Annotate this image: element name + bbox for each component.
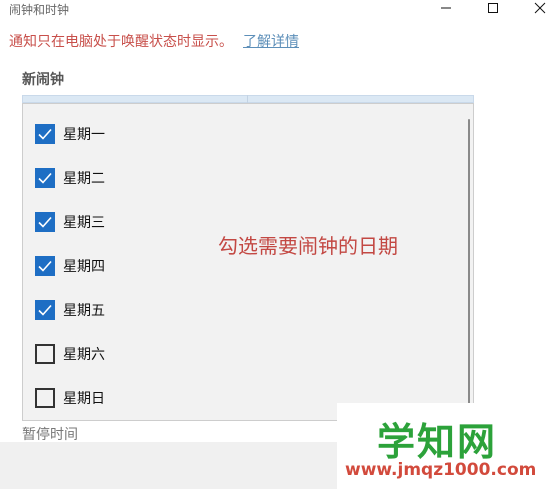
dropdown-divider	[247, 95, 248, 103]
day-checkbox[interactable]	[35, 344, 55, 364]
notification-notice: 通知只在电脑处于唤醒状态时显示。 了解详情	[9, 31, 299, 51]
day-checkbox[interactable]	[35, 212, 55, 232]
watermark: 学知网 www.jmqz1000.com	[337, 403, 556, 489]
day-checkbox[interactable]	[35, 124, 55, 144]
minimize-button[interactable]	[431, 0, 461, 16]
day-option[interactable]: 星期一	[35, 124, 105, 144]
watermark-title: 学知网	[377, 420, 498, 464]
day-checkbox[interactable]	[35, 300, 55, 320]
day-option[interactable]: 星期五	[35, 300, 105, 320]
day-label: 星期二	[63, 171, 105, 187]
day-label: 星期四	[63, 259, 105, 275]
day-option[interactable]: 星期二	[35, 168, 105, 188]
maximize-icon	[488, 3, 498, 13]
checkmark-icon	[38, 172, 52, 184]
day-label: 星期五	[63, 303, 105, 319]
close-button[interactable]	[525, 0, 555, 16]
flyout-scrollbar[interactable]	[468, 119, 470, 405]
day-label: 星期三	[63, 215, 105, 231]
annotation-text: 勾选需要闹钟的日期	[218, 234, 398, 258]
checkmark-icon	[38, 128, 52, 140]
section-title: 新闹钟	[22, 72, 64, 88]
day-checkbox[interactable]	[35, 388, 55, 408]
day-checkbox[interactable]	[35, 256, 55, 276]
checkmark-icon	[38, 216, 52, 228]
day-option[interactable]: 星期四	[35, 256, 105, 276]
checkmark-icon	[38, 304, 52, 316]
close-icon	[534, 2, 546, 14]
checkmark-icon	[38, 260, 52, 272]
window-title: 闹钟和时钟	[9, 3, 70, 17]
day-checkbox[interactable]	[35, 168, 55, 188]
minimize-icon	[441, 7, 451, 9]
day-label: 星期日	[63, 391, 105, 407]
repeat-dropdown-header[interactable]	[22, 95, 474, 103]
learn-more-link[interactable]: 了解详情	[243, 34, 299, 50]
title-bar: 闹钟和时钟	[0, 0, 556, 20]
day-label: 星期一	[63, 127, 105, 143]
watermark-url: www.jmqz1000.com	[345, 460, 537, 480]
day-option[interactable]: 星期三	[35, 212, 105, 232]
pause-time-label: 暂停时间	[22, 427, 78, 443]
maximize-button[interactable]	[478, 0, 508, 16]
day-option[interactable]: 星期日	[35, 388, 105, 408]
day-label: 星期六	[63, 347, 105, 363]
notice-text: 通知只在电脑处于唤醒状态时显示。	[9, 34, 233, 50]
day-option[interactable]: 星期六	[35, 344, 105, 364]
